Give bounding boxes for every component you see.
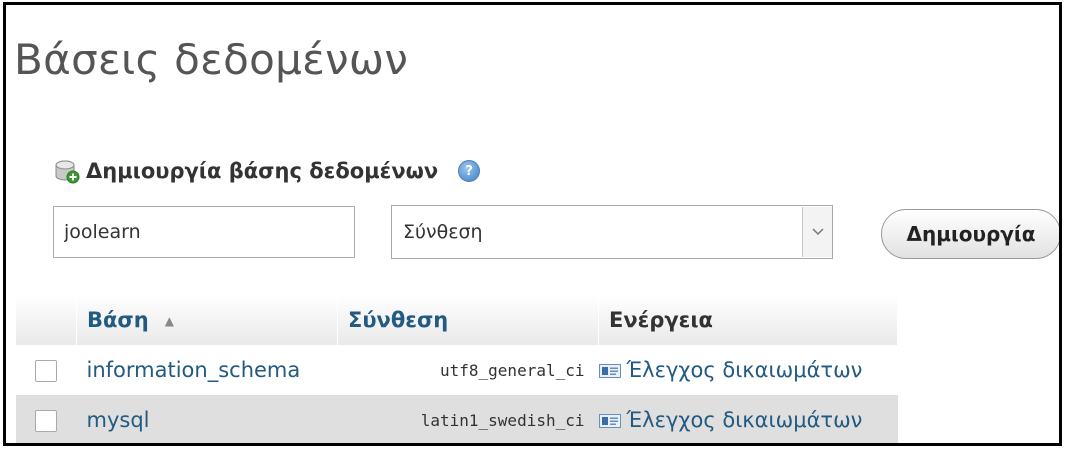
check-privileges-link[interactable]: Έλεγχος δικαιωμάτων bbox=[598, 395, 898, 443]
help-icon[interactable]: ? bbox=[458, 160, 481, 182]
chevron-down-icon[interactable] bbox=[802, 207, 832, 257]
page-title: Βάσεις δεδομένων bbox=[14, 35, 409, 84]
privileges-icon bbox=[598, 359, 621, 378]
check-privileges-label: Έλεγχος δικαιωμάτων bbox=[626, 358, 863, 382]
header-database-name-label: Βάση bbox=[87, 308, 149, 332]
header-checkbox-column bbox=[16, 295, 77, 345]
row-checkbox[interactable] bbox=[35, 410, 58, 432]
privileges-icon bbox=[598, 409, 621, 428]
row-checkbox[interactable] bbox=[35, 360, 58, 382]
create-database-heading-text: Δημιουργία βάσης δεδομένων bbox=[86, 159, 439, 183]
check-privileges-label: Έλεγχος δικαιωμάτων bbox=[626, 408, 863, 432]
check-privileges-link[interactable]: Έλεγχος δικαιωμάτων bbox=[598, 345, 898, 395]
database-name-link[interactable]: mysql bbox=[76, 395, 338, 443]
create-database-heading: Δημιουργία βάσης δεδομένων ? bbox=[54, 158, 481, 184]
databases-table: Βάση ▲ Σύνθεση Ενέργεια information_schem… bbox=[16, 295, 898, 443]
database-collation: latin1_swedish_ci bbox=[337, 395, 599, 443]
database-add-icon bbox=[54, 158, 80, 184]
header-database-name[interactable]: Βάση ▲ bbox=[76, 295, 338, 345]
row-checkbox-cell bbox=[16, 345, 77, 395]
collation-select-value: Σύνθεση bbox=[403, 221, 483, 243]
database-name-link[interactable]: information_schema bbox=[76, 345, 338, 395]
create-database-button[interactable]: Δημιουργία bbox=[881, 209, 1059, 259]
table-header-row: Βάση ▲ Σύνθεση Ενέργεια bbox=[16, 295, 898, 345]
databases-panel: Βάσεις δεδομένων Δημιουργία βάσης δεδομέ… bbox=[3, 2, 1062, 446]
database-collation: utf8_general_ci bbox=[337, 345, 599, 395]
header-collation[interactable]: Σύνθεση bbox=[337, 295, 599, 345]
header-action: Ενέργεια bbox=[598, 295, 898, 345]
sort-ascending-icon[interactable]: ▲ bbox=[165, 314, 174, 328]
table-row: information_schema utf8_general_ci Έλεγχ… bbox=[16, 345, 898, 395]
table-row: mysql latin1_swedish_ci Έλεγχος δικαιωμά… bbox=[16, 395, 898, 443]
collation-select[interactable]: Σύνθεση bbox=[391, 205, 833, 259]
row-checkbox-cell bbox=[16, 395, 77, 443]
database-name-input[interactable] bbox=[53, 206, 355, 258]
